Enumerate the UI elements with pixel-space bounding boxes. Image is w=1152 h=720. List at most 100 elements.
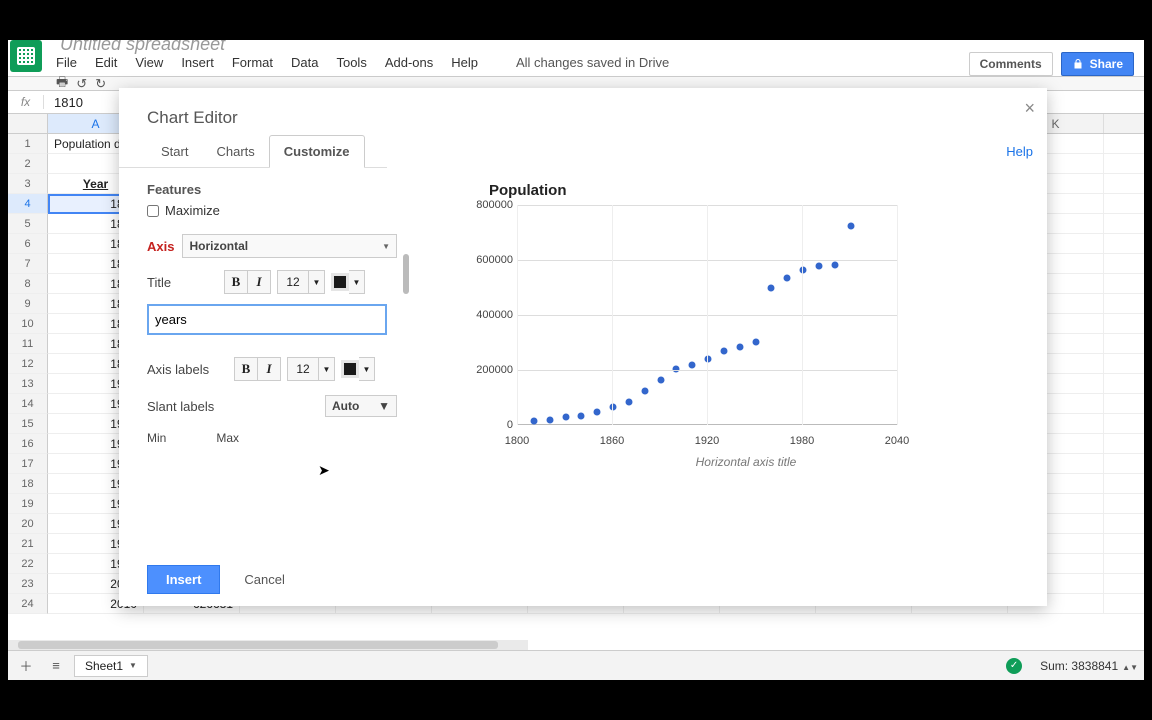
row-header[interactable]: 3 <box>8 174 48 194</box>
cell[interactable] <box>1104 234 1144 254</box>
row-header[interactable]: 11 <box>8 334 48 354</box>
axis-title-input[interactable] <box>147 304 387 335</box>
cell[interactable] <box>1104 194 1144 214</box>
quick-sum[interactable]: Sum: 3838841▲▼ <box>1040 659 1138 673</box>
cell[interactable] <box>1104 534 1144 554</box>
cell[interactable] <box>1104 134 1144 154</box>
row-header[interactable]: 21 <box>8 534 48 554</box>
menu-insert[interactable]: Insert <box>181 55 214 70</box>
tab-charts[interactable]: Charts <box>202 136 268 167</box>
row-header[interactable]: 6 <box>8 234 48 254</box>
help-link[interactable]: Help <box>1006 144 1033 159</box>
cell[interactable] <box>1104 254 1144 274</box>
cell[interactable] <box>1104 434 1144 454</box>
row-header[interactable]: 8 <box>8 274 48 294</box>
row-header[interactable]: 17 <box>8 454 48 474</box>
cell[interactable] <box>1104 314 1144 334</box>
menu-tools[interactable]: Tools <box>336 55 366 70</box>
menu-file[interactable]: File <box>56 55 77 70</box>
row-header[interactable]: 5 <box>8 214 48 234</box>
color-dropdown[interactable]: ▼ <box>359 357 375 381</box>
font-size-dropdown[interactable]: ▼ <box>319 357 335 381</box>
sheet-tab[interactable]: Sheet1▼ <box>74 655 148 677</box>
chevron-down-icon: ▼ <box>129 661 137 670</box>
maximize-checkbox[interactable]: Maximize <box>147 203 397 218</box>
italic-button[interactable]: I <box>257 357 281 381</box>
menu-edit[interactable]: Edit <box>95 55 117 70</box>
color-swatch[interactable] <box>331 273 349 291</box>
font-size-select[interactable]: 12 <box>277 270 309 294</box>
axis-labels-label: Axis labels <box>147 362 227 377</box>
cell[interactable] <box>1104 354 1144 374</box>
cell[interactable] <box>1104 454 1144 474</box>
row-header[interactable]: 4 <box>8 194 48 214</box>
font-size-select[interactable]: 12 <box>287 357 319 381</box>
row-header[interactable]: 2 <box>8 154 48 174</box>
row-header[interactable]: 20 <box>8 514 48 534</box>
select-all-corner[interactable] <box>8 114 48 134</box>
cell[interactable] <box>1104 414 1144 434</box>
menu-view[interactable]: View <box>135 55 163 70</box>
row-header[interactable]: 19 <box>8 494 48 514</box>
cell[interactable] <box>1104 594 1144 614</box>
row-header[interactable]: 1 <box>8 134 48 154</box>
cell[interactable] <box>1104 474 1144 494</box>
maximize-checkbox-input[interactable] <box>147 205 159 217</box>
menu-format[interactable]: Format <box>232 55 273 70</box>
menu-help[interactable]: Help <box>451 55 478 70</box>
italic-button[interactable]: I <box>247 270 271 294</box>
row-header[interactable]: 16 <box>8 434 48 454</box>
cell[interactable] <box>1104 574 1144 594</box>
row-header[interactable]: 15 <box>8 414 48 434</box>
column-header[interactable]: L <box>1104 114 1144 133</box>
insert-button[interactable]: Insert <box>147 565 220 594</box>
add-sheet-button[interactable]: ＋ <box>14 654 38 678</box>
tab-start[interactable]: Start <box>147 136 202 167</box>
cell[interactable] <box>1104 174 1144 194</box>
sheets-app-icon[interactable] <box>10 40 42 72</box>
color-swatch[interactable] <box>341 360 359 378</box>
bold-button[interactable]: B <box>224 270 248 294</box>
chart-title: Population <box>489 182 1027 199</box>
row-header[interactable]: 13 <box>8 374 48 394</box>
formula-input[interactable]: 1810 <box>44 95 93 110</box>
cell[interactable] <box>1104 294 1144 314</box>
row-header[interactable]: 24 <box>8 594 48 614</box>
cancel-button[interactable]: Cancel <box>244 565 284 594</box>
cell[interactable] <box>1104 514 1144 534</box>
undo-icon[interactable]: ↺ <box>76 76 87 92</box>
print-icon[interactable]: 🖶 <box>56 73 68 95</box>
cell[interactable] <box>1104 374 1144 394</box>
row-header[interactable]: 10 <box>8 314 48 334</box>
cell[interactable] <box>1104 214 1144 234</box>
share-button[interactable]: Share <box>1061 52 1134 76</box>
font-size-dropdown[interactable]: ▼ <box>309 270 325 294</box>
bold-button[interactable]: B <box>234 357 258 381</box>
all-sheets-button[interactable]: ≡ <box>44 654 68 678</box>
axis-select[interactable]: Horizontal▼ <box>182 234 397 258</box>
slant-select[interactable]: Auto▼ <box>325 395 397 417</box>
document-title[interactable]: Untitled spreadsheet <box>60 40 225 55</box>
cell[interactable] <box>1104 394 1144 414</box>
comments-button[interactable]: Comments <box>969 52 1053 76</box>
cell[interactable] <box>1104 334 1144 354</box>
tab-customize[interactable]: Customize <box>269 135 365 168</box>
redo-icon[interactable]: ↻ <box>95 76 106 92</box>
cell[interactable] <box>1104 274 1144 294</box>
row-header[interactable]: 9 <box>8 294 48 314</box>
cell[interactable] <box>1104 554 1144 574</box>
data-point <box>705 356 712 363</box>
row-header[interactable]: 7 <box>8 254 48 274</box>
close-button[interactable]: × <box>1024 98 1035 119</box>
cell[interactable] <box>1104 154 1144 174</box>
row-header[interactable]: 23 <box>8 574 48 594</box>
menu-add-ons[interactable]: Add-ons <box>385 55 433 70</box>
row-header[interactable]: 22 <box>8 554 48 574</box>
row-header[interactable]: 18 <box>8 474 48 494</box>
horizontal-scrollbar[interactable] <box>8 640 528 650</box>
color-dropdown[interactable]: ▼ <box>349 270 365 294</box>
row-header[interactable]: 12 <box>8 354 48 374</box>
row-header[interactable]: 14 <box>8 394 48 414</box>
cell[interactable] <box>1104 494 1144 514</box>
menu-data[interactable]: Data <box>291 55 318 70</box>
